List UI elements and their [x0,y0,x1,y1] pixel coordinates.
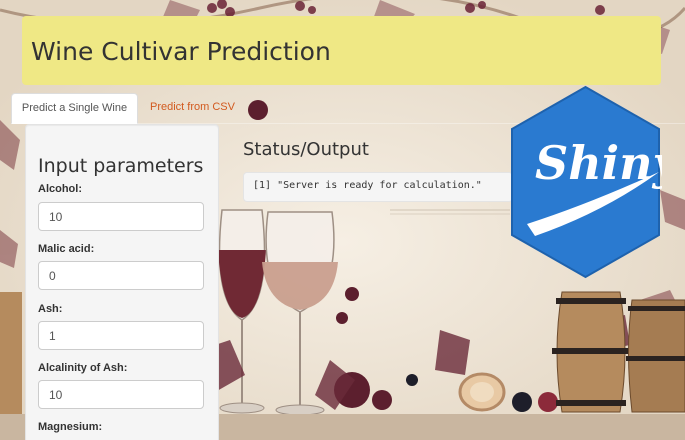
tab-predict-from-csv[interactable]: Predict from CSV [150,101,235,113]
malic-acid-input[interactable] [38,261,204,290]
page-title: Wine Cultivar Prediction [31,37,331,66]
server-status-output: [1] "Server is ready for calculation." [243,172,513,202]
input-sidebar: Input parameters Alcohol: Malic acid: As… [25,124,219,440]
alcohol-input[interactable] [38,202,204,231]
alcalinity-of-ash-label: Alcalinity of Ash: [38,362,128,374]
ash-label: Ash: [38,303,63,315]
malic-acid-label: Malic acid: [38,243,95,255]
sidebar-heading: Input parameters [38,155,204,177]
status-output-heading: Status/Output [243,139,369,160]
title-panel: Wine Cultivar Prediction [22,16,661,85]
ash-input[interactable] [38,321,204,350]
tab-predict-single-wine[interactable]: Predict a Single Wine [11,93,138,124]
alcohol-label: Alcohol: [38,183,82,195]
shiny-hex-logo-icon: Shiny [511,85,662,279]
magnesium-label: Magnesium: [38,421,103,433]
alcalinity-of-ash-input[interactable] [38,380,204,409]
